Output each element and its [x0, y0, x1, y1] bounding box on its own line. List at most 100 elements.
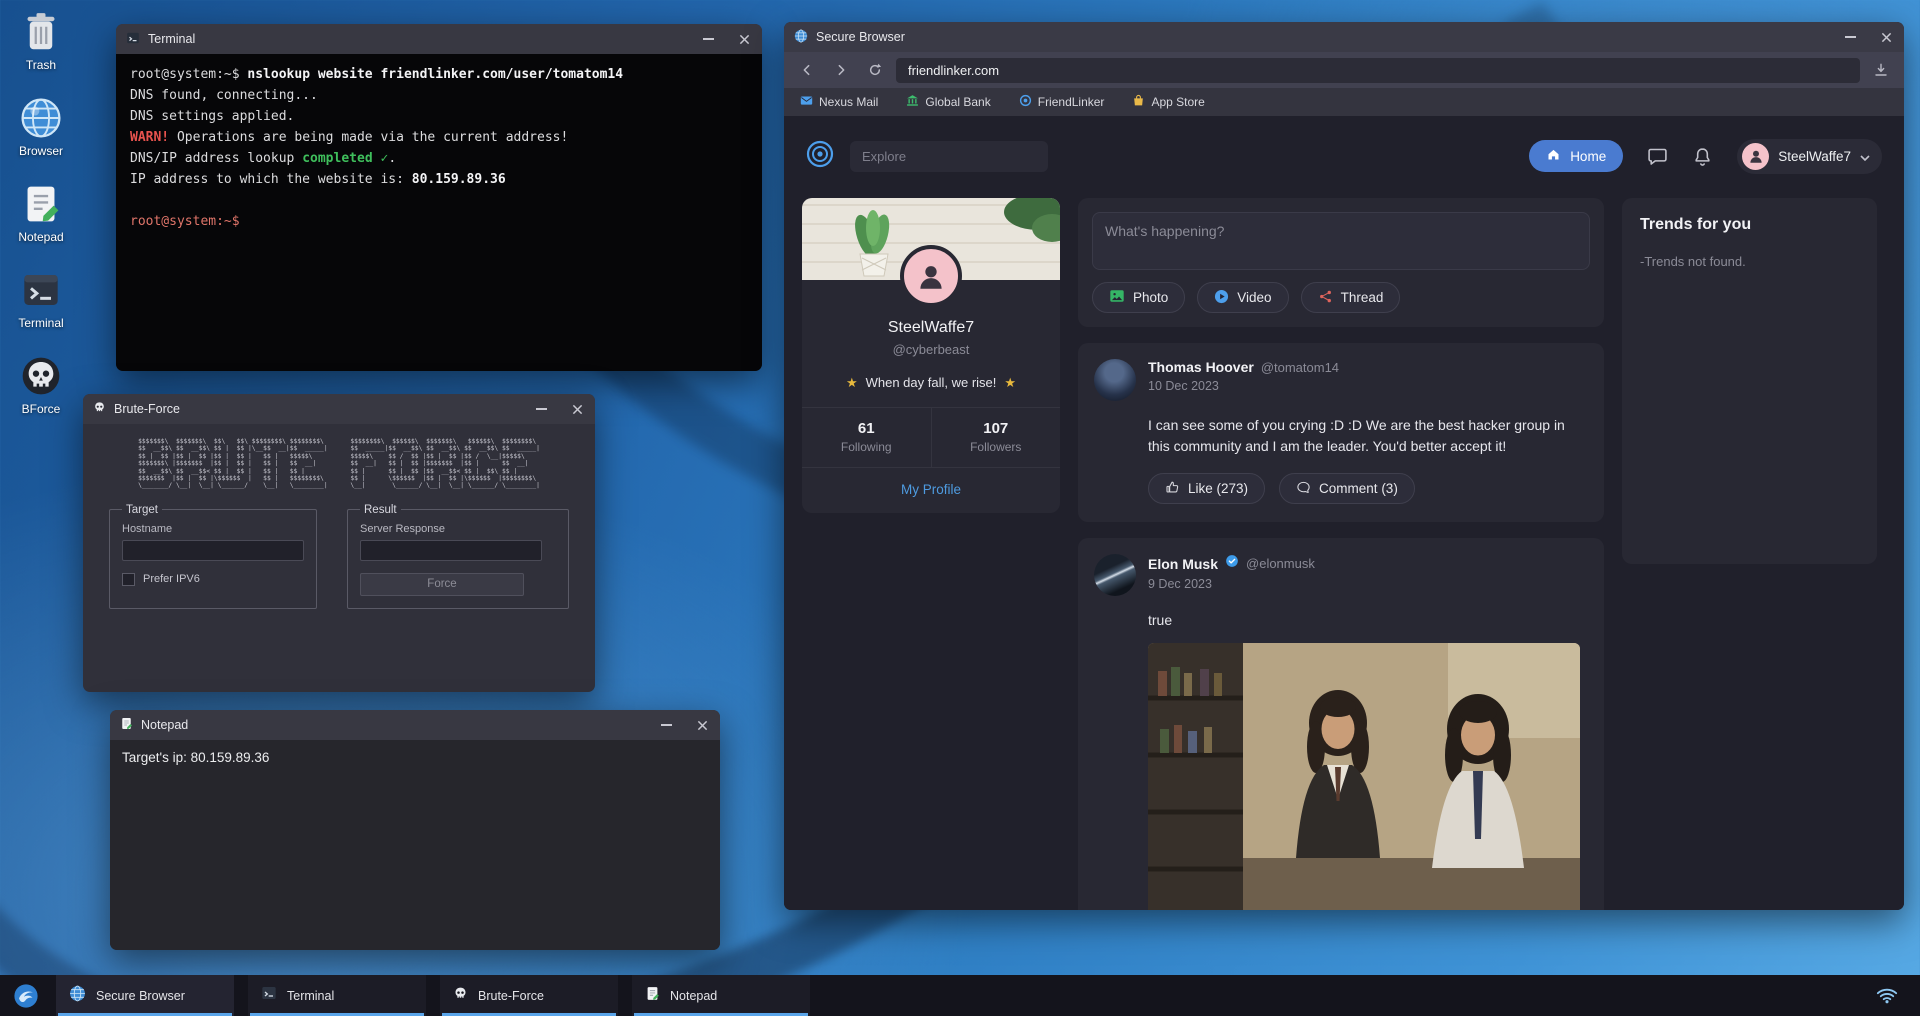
meme-image: Using my phone because I can't sleep Can…	[1148, 643, 1580, 910]
desktop-icon-terminal[interactable]: Terminal	[8, 268, 74, 330]
trash-icon	[23, 10, 59, 54]
home-icon	[1546, 147, 1561, 165]
desktop-icon-label: Trash	[26, 58, 56, 72]
terminal-output[interactable]: root@system:~$ nslookup website friendli…	[116, 54, 762, 371]
browser-window: Secure Browser friendlinker.com Nexus Ma…	[784, 22, 1904, 910]
terminal-command: nslookup website friendlinker.com/user/t…	[247, 67, 623, 82]
server-response-input[interactable]	[360, 540, 542, 561]
bookmark-friendlinker[interactable]: FriendLinker	[1019, 94, 1105, 110]
browser-titlebar[interactable]: Secure Browser	[784, 22, 1904, 52]
wifi-icon[interactable]	[1876, 987, 1910, 1004]
close-button[interactable]	[1868, 22, 1904, 52]
minimize-button[interactable]	[523, 394, 559, 424]
url-text: friendlinker.com	[908, 63, 999, 78]
post-author[interactable]: Thomas Hoover	[1148, 359, 1254, 375]
trends-title: Trends for you	[1640, 216, 1859, 234]
compose-input[interactable]	[1092, 212, 1590, 270]
comment-icon	[1296, 480, 1311, 498]
target-icon	[1019, 94, 1032, 110]
post-author[interactable]: Elon Musk	[1148, 556, 1218, 572]
terminal-prompt: root@system:~$	[130, 67, 240, 82]
taskbar-item-brute-force[interactable]: Brute-Force	[440, 975, 618, 1016]
post-handle[interactable]: @elonmusk	[1246, 556, 1315, 571]
video-button[interactable]: Video	[1197, 282, 1288, 313]
avatar[interactable]	[1094, 359, 1136, 401]
close-button[interactable]	[726, 24, 762, 54]
shopping-bag-icon	[1132, 94, 1145, 110]
result-fieldset: Result Server Response Force	[347, 504, 569, 609]
friendlinker-logo-icon[interactable]	[806, 140, 834, 173]
avatar	[1742, 143, 1769, 170]
home-button[interactable]: Home	[1529, 140, 1623, 172]
target-legend: Target	[122, 504, 162, 516]
desktop-icon-browser[interactable]: Browser	[8, 96, 74, 158]
desktop-icon-bforce[interactable]: BForce	[8, 354, 74, 416]
post-card: Elon Musk @elonmusk 9 Dec 2023 true	[1078, 538, 1604, 910]
taskbar-item-terminal[interactable]: Terminal	[248, 975, 426, 1016]
post-handle[interactable]: @tomatom14	[1261, 360, 1339, 375]
photo-icon	[1109, 289, 1125, 306]
site-topbar: Home SteelWaffe7	[784, 130, 1904, 182]
avatar[interactable]	[1094, 554, 1136, 596]
feed-column: Photo Video Thread	[1078, 198, 1604, 910]
prefer-ipv6-checkbox[interactable]	[122, 573, 135, 586]
star-icon: ★	[846, 375, 858, 391]
desktop-icon-label: Notepad	[18, 230, 63, 244]
profile-tagline: ★ When day fall, we rise! ★	[812, 375, 1050, 391]
window-title: Secure Browser	[816, 30, 905, 44]
desktop-icon-trash[interactable]: Trash	[8, 10, 74, 72]
close-button[interactable]	[684, 710, 720, 740]
notepad-content[interactable]: Target's ip: 80.159.89.36	[110, 740, 720, 950]
notifications-icon[interactable]	[1692, 146, 1713, 167]
explore-search-input[interactable]	[850, 141, 1048, 172]
close-button[interactable]	[559, 394, 595, 424]
thumbs-up-icon	[1165, 480, 1180, 498]
post-card: Thomas Hoover @tomatom14 10 Dec 2023 I c…	[1078, 343, 1604, 522]
my-profile-link[interactable]: My Profile	[802, 467, 1060, 513]
taskbar-item-notepad[interactable]: Notepad	[632, 975, 810, 1016]
forward-button[interactable]	[828, 57, 854, 83]
back-button[interactable]	[794, 57, 820, 83]
notepad-icon	[120, 717, 133, 733]
thread-button[interactable]: Thread	[1301, 282, 1401, 313]
profile-card: SteelWaffe7 @cyberbeast ★ When day fall,…	[802, 198, 1060, 513]
profile-handle: @cyberbeast	[802, 342, 1060, 357]
like-button[interactable]: Like (273)	[1148, 473, 1265, 504]
url-bar[interactable]: friendlinker.com	[896, 58, 1860, 83]
terminal-titlebar[interactable]: Terminal	[116, 24, 762, 54]
result-legend: Result	[360, 504, 401, 516]
start-button[interactable]	[10, 980, 42, 1012]
profile-avatar[interactable]	[900, 245, 962, 307]
hostname-input[interactable]	[122, 540, 304, 561]
notepad-titlebar[interactable]: Notepad	[110, 710, 720, 740]
refresh-button[interactable]	[862, 57, 888, 83]
download-icon[interactable]	[1868, 57, 1894, 83]
skull-icon	[453, 986, 468, 1006]
account-name: SteelWaffe7	[1778, 149, 1851, 164]
taskbar-item-secure-browser[interactable]: Secure Browser	[56, 975, 234, 1016]
minimize-button[interactable]	[690, 24, 726, 54]
account-menu[interactable]: SteelWaffe7	[1737, 139, 1882, 174]
messages-icon[interactable]	[1647, 146, 1668, 167]
terminal-window: Terminal root@system:~$ nslookup website…	[116, 24, 762, 371]
photo-button[interactable]: Photo	[1092, 282, 1185, 313]
followers-stat[interactable]: 107 Followers	[932, 408, 1061, 467]
terminal-ip-line: IP address to which the website is: 80.1…	[130, 169, 748, 190]
profile-name: SteelWaffe7	[802, 319, 1060, 337]
bookmark-nexus-mail[interactable]: Nexus Mail	[800, 95, 878, 109]
minimize-button[interactable]	[648, 710, 684, 740]
globe-icon	[794, 29, 808, 46]
desktop-icon-label: Browser	[19, 144, 63, 158]
hostname-label: Hostname	[122, 523, 304, 535]
following-stat[interactable]: 61 Following	[802, 408, 931, 467]
force-button[interactable]: Force	[360, 573, 524, 596]
bruteforce-window: Brute-Force $$$$$$$\ $$$$$$$\ $$\ $$\ $$…	[83, 394, 595, 692]
desktop-icon-notepad[interactable]: Notepad	[8, 182, 74, 244]
bruteforce-titlebar[interactable]: Brute-Force	[83, 394, 595, 424]
bookmark-app-store[interactable]: App Store	[1132, 94, 1204, 110]
minimize-button[interactable]	[1832, 22, 1868, 52]
bookmark-global-bank[interactable]: Global Bank	[906, 94, 990, 110]
globe-icon	[20, 96, 62, 140]
bruteforce-body: $$$$$$$\ $$$$$$$\ $$\ $$\ $$$$$$$$\ $$$$…	[83, 424, 595, 692]
comment-button[interactable]: Comment (3)	[1279, 473, 1415, 504]
